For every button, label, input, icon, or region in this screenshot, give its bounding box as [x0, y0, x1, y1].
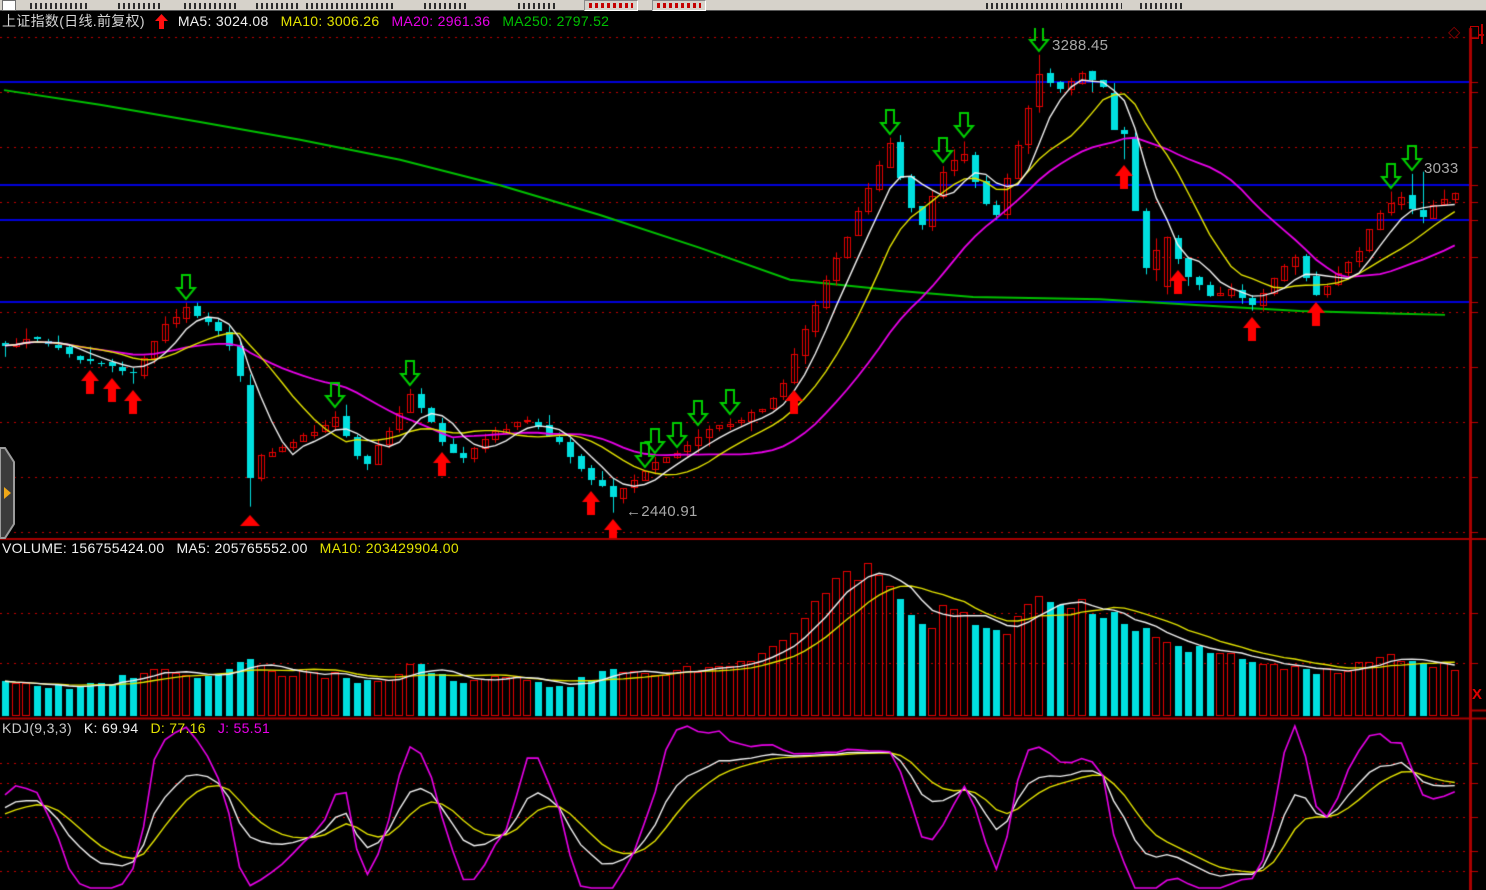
up-arrow-icon: [155, 14, 168, 29]
kdj-k-value: K: 69.94: [84, 720, 139, 736]
menu-item[interactable]: [986, 3, 1062, 9]
kdj-j-value: J: 55.51: [218, 720, 270, 736]
menu-item[interactable]: [1066, 3, 1122, 9]
chart-canvas[interactable]: [0, 0, 1486, 890]
ma10-value: MA10: 3006.26: [281, 13, 380, 29]
menu-item[interactable]: [424, 3, 468, 9]
volume-pane-header: VOLUME: 156755424.00 MA5: 205765552.00 M…: [2, 540, 459, 556]
menu-red-button[interactable]: [584, 0, 638, 11]
menu-item[interactable]: [30, 3, 88, 9]
kdj-label: KDJ(9,3,3): [2, 720, 72, 736]
volume-ma10-value: MA10: 203429904.00: [320, 540, 459, 556]
menu-item[interactable]: [184, 3, 236, 9]
menu-item[interactable]: [256, 3, 298, 9]
ma5-value: MA5: 3024.08: [178, 13, 269, 29]
kdj-pane-header: KDJ(9,3,3) K: 69.94 D: 77.16 J: 55.51: [2, 720, 270, 736]
menu-item[interactable]: [306, 3, 396, 9]
ma20-value: MA20: 2961.36: [391, 13, 490, 29]
panel-close-button[interactable]: X: [1472, 686, 1482, 703]
low-price-label: ←2440.91: [626, 503, 698, 520]
current-price-label: 3033: [1424, 160, 1459, 177]
chart-title: 上证指数(日线.前复权): [2, 11, 145, 31]
menu-red-button[interactable]: [652, 0, 706, 11]
menu-bar[interactable]: [0, 0, 1486, 11]
window-split-icon[interactable]: [1470, 24, 1486, 46]
document-icon[interactable]: [2, 0, 16, 11]
menu-item[interactable]: [518, 3, 558, 9]
diamond-icon[interactable]: ◇: [1448, 22, 1460, 42]
menu-item[interactable]: [1140, 3, 1184, 9]
menu-item[interactable]: [118, 3, 162, 9]
volume-ma5-value: MA5: 205765552.00: [176, 540, 307, 556]
flyout-tab-handle[interactable]: [0, 446, 17, 540]
kdj-d-value: D: 77.16: [150, 720, 205, 736]
ma250-value: MA250: 2797.52: [502, 13, 609, 29]
peak-price-label: 3288.45: [1052, 37, 1108, 54]
volume-value: VOLUME: 156755424.00: [2, 540, 164, 556]
main-chart-header: 上证指数(日线.前复权) MA5: 3024.08 MA10: 3006.26 …: [2, 11, 609, 31]
trading-app-window: 上证指数(日线.前复权) MA5: 3024.08 MA10: 3006.26 …: [0, 0, 1486, 890]
